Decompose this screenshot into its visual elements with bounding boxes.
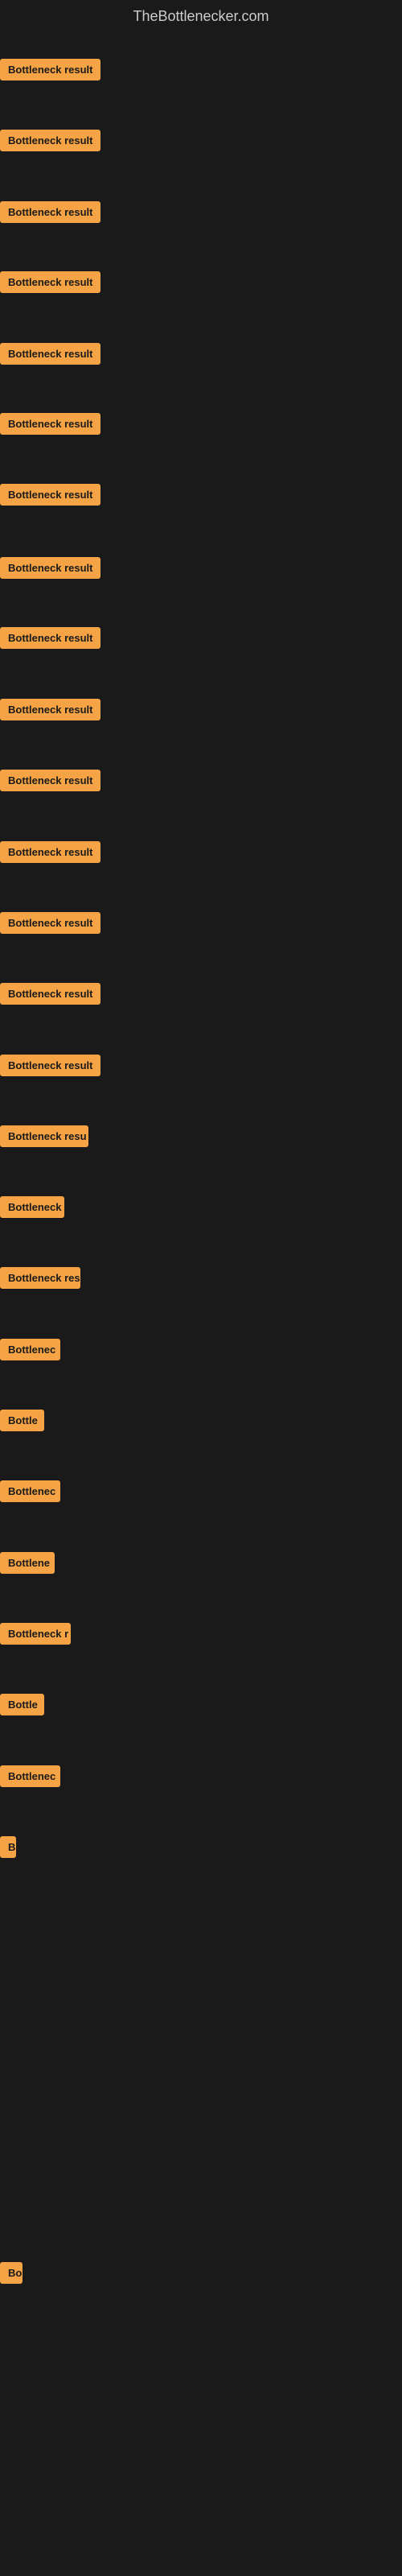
bottleneck-item: Bottlene xyxy=(0,1552,55,1578)
bottleneck-badge[interactable]: Bottlenec xyxy=(0,1480,60,1502)
bottleneck-badge[interactable]: Bottleneck r xyxy=(0,1623,71,1645)
bottleneck-item: Bottleneck result xyxy=(0,983,100,1009)
bottleneck-item: Bottleneck result xyxy=(0,627,100,653)
bottleneck-badge[interactable]: Bottle xyxy=(0,1410,44,1431)
bottleneck-badge[interactable]: Bottlene xyxy=(0,1552,55,1574)
bottleneck-badge[interactable]: Bottleneck result xyxy=(0,770,100,791)
bottleneck-item: Bottleneck result xyxy=(0,484,100,510)
bottleneck-item: Bottleneck r xyxy=(0,1623,71,1649)
bottleneck-item: Bottleneck result xyxy=(0,770,100,795)
bottleneck-badge[interactable]: Bottleneck result xyxy=(0,912,100,934)
bottleneck-badge[interactable]: Bottleneck result xyxy=(0,271,100,293)
bottleneck-badge[interactable]: Bottleneck xyxy=(0,1196,64,1218)
bottleneck-item: Bottlenec xyxy=(0,1480,60,1506)
bottleneck-badge[interactable]: Bottleneck result xyxy=(0,983,100,1005)
bottleneck-badge[interactable]: Bottleneck res xyxy=(0,1267,80,1289)
bottleneck-item: Bottleneck result xyxy=(0,912,100,938)
bottleneck-badge[interactable]: Bottleneck result xyxy=(0,201,100,223)
bottleneck-badge[interactable]: Bottleneck result xyxy=(0,59,100,80)
items-container: Bottleneck result Bottleneck result Bottle… xyxy=(0,37,402,2573)
bottleneck-badge[interactable]: Bottleneck result xyxy=(0,627,100,649)
bottleneck-item: Bottleneck result xyxy=(0,557,100,583)
bottleneck-badge[interactable]: Bottlenec xyxy=(0,1339,60,1360)
bottleneck-badge[interactable]: Bo xyxy=(0,2262,23,2284)
bottleneck-item: Bo xyxy=(0,2262,23,2288)
bottleneck-badge[interactable]: Bottleneck result xyxy=(0,557,100,579)
bottleneck-item: Bottleneck result xyxy=(0,699,100,724)
bottleneck-badge[interactable]: B xyxy=(0,1836,16,1858)
bottleneck-item: Bottleneck resu xyxy=(0,1125,88,1151)
bottleneck-item: Bottleneck result xyxy=(0,841,100,867)
bottleneck-item: Bottle xyxy=(0,1694,44,1719)
bottleneck-badge[interactable]: Bottleneck resu xyxy=(0,1125,88,1147)
bottleneck-item: Bottleneck xyxy=(0,1196,64,1222)
bottleneck-badge[interactable]: Bottleneck result xyxy=(0,699,100,720)
bottleneck-badge[interactable]: Bottlenec xyxy=(0,1765,60,1787)
bottleneck-item: Bottleneck result xyxy=(0,1055,100,1080)
bottleneck-item: Bottleneck result xyxy=(0,201,100,227)
bottleneck-badge[interactable]: Bottle xyxy=(0,1694,44,1715)
bottleneck-item: Bottleneck result xyxy=(0,413,100,439)
bottleneck-item: Bottleneck res xyxy=(0,1267,80,1293)
bottleneck-item: Bottlenec xyxy=(0,1765,60,1791)
bottleneck-badge[interactable]: Bottleneck result xyxy=(0,413,100,435)
bottleneck-item: Bottleneck result xyxy=(0,343,100,369)
bottleneck-badge[interactable]: Bottleneck result xyxy=(0,343,100,365)
bottleneck-item: Bottle xyxy=(0,1410,44,1435)
bottleneck-badge[interactable]: Bottleneck result xyxy=(0,841,100,863)
bottleneck-item: B xyxy=(0,1836,16,1862)
bottleneck-item: Bottlenec xyxy=(0,1339,60,1364)
bottleneck-badge[interactable]: Bottleneck result xyxy=(0,130,100,151)
bottleneck-badge[interactable]: Bottleneck result xyxy=(0,484,100,506)
bottleneck-item: Bottleneck result xyxy=(0,130,100,155)
bottleneck-badge[interactable]: Bottleneck result xyxy=(0,1055,100,1076)
bottleneck-item: Bottleneck result xyxy=(0,271,100,297)
bottleneck-item: Bottleneck result xyxy=(0,59,100,85)
site-title: TheBottlenecker.com xyxy=(0,0,402,37)
